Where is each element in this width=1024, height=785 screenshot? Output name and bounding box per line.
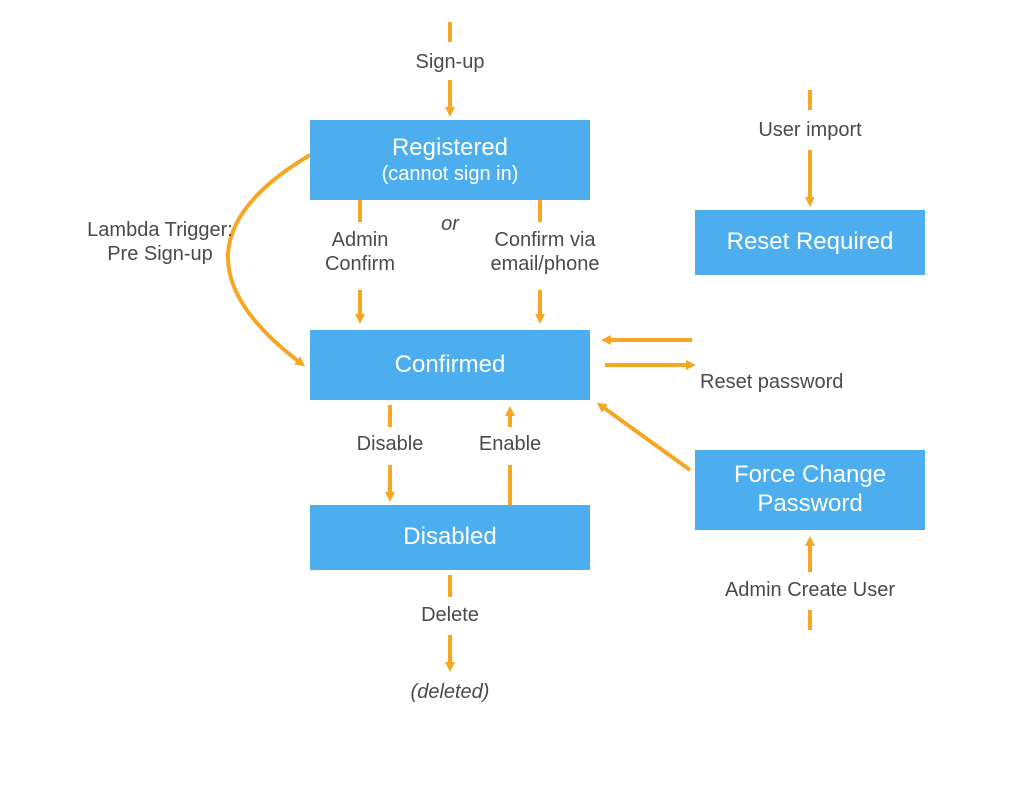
label-reset-password: Reset password xyxy=(700,370,880,394)
state-confirmed-title: Confirmed xyxy=(395,351,506,380)
state-force-change-password-l1: Force Change xyxy=(734,461,886,490)
state-disabled-title: Disabled xyxy=(403,523,496,552)
state-disabled: Disabled xyxy=(310,505,590,570)
label-enable: Enable xyxy=(455,432,565,456)
label-or: or xyxy=(430,212,470,236)
state-force-change-password-l2: Password xyxy=(757,490,862,519)
state-registered-title: Registered xyxy=(392,134,508,163)
label-deleted: (deleted) xyxy=(385,680,515,704)
label-admin-confirm-l1: Admin xyxy=(332,229,389,251)
label-admin-create-user: Admin Create User xyxy=(700,578,920,602)
label-sign-up: Sign-up xyxy=(400,50,500,74)
label-confirm-email: Confirm via email/phone xyxy=(475,228,615,276)
state-registered: Registered (cannot sign in) xyxy=(310,120,590,200)
label-lambda-trigger-l1: Lambda Trigger: xyxy=(87,219,233,241)
label-disable: Disable xyxy=(335,432,445,456)
label-admin-confirm: Admin Confirm xyxy=(305,228,415,276)
state-force-change-password: Force Change Password xyxy=(695,450,925,530)
state-reset-required: Reset Required xyxy=(695,210,925,275)
state-registered-subtitle: (cannot sign in) xyxy=(382,162,519,186)
label-confirm-email-l2: email/phone xyxy=(491,253,600,275)
label-lambda-trigger: Lambda Trigger: Pre Sign-up xyxy=(60,218,260,266)
label-admin-confirm-l2: Confirm xyxy=(325,253,395,275)
label-confirm-email-l1: Confirm via xyxy=(494,229,595,251)
label-lambda-trigger-l2: Pre Sign-up xyxy=(107,243,213,265)
label-delete: Delete xyxy=(400,603,500,627)
label-user-import: User import xyxy=(740,118,880,142)
state-confirmed: Confirmed xyxy=(310,330,590,400)
state-reset-required-title: Reset Required xyxy=(727,228,894,257)
